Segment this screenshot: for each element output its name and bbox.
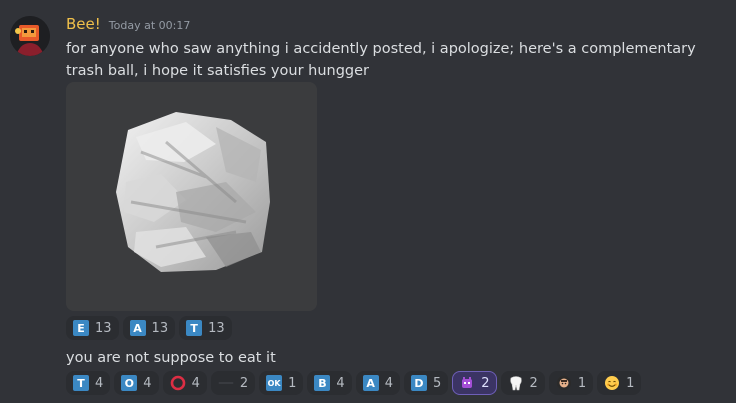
regional-t-icon: T xyxy=(73,375,89,391)
reaction-count: 2 xyxy=(529,375,538,391)
reaction-count: 1 xyxy=(626,375,635,391)
reaction-count: 5 xyxy=(432,375,442,391)
regional-d-icon: D xyxy=(410,375,427,391)
purple-creature-icon xyxy=(459,375,475,391)
image-attachment[interactable] xyxy=(66,82,317,311)
regional-b-icon: B xyxy=(314,375,331,391)
reaction-letter-a[interactable]: A 4 xyxy=(355,371,400,395)
reaction-count: 13 xyxy=(95,320,112,336)
regional-a-icon: A xyxy=(129,320,146,336)
username[interactable]: Bee! xyxy=(66,15,101,33)
reply-message-text: you are not suppose to eat it xyxy=(66,350,276,366)
regional-a-icon: A xyxy=(362,375,379,391)
reaction-letter-t[interactable]: T 4 xyxy=(66,371,111,395)
regional-t-icon: T xyxy=(186,320,203,336)
reaction-count: 4 xyxy=(384,375,393,391)
reaction-count: 4 xyxy=(95,375,104,391)
reaction-count: 1 xyxy=(288,375,297,391)
tooth-icon xyxy=(508,375,524,391)
message-timestamp: Today at 00:17 xyxy=(108,19,191,32)
reaction-letter-b[interactable]: B 4 xyxy=(307,371,352,395)
reaction-count: 4 xyxy=(191,375,200,391)
reaction-letter-o[interactable]: O 4 xyxy=(114,371,159,395)
dash-icon xyxy=(218,375,234,391)
reaction-letter-a[interactable]: A 13 xyxy=(122,316,176,340)
message-text: for anyone who saw anything i accidently… xyxy=(66,41,696,79)
reaction-count: 2 xyxy=(481,375,490,391)
smiling-face-icon xyxy=(604,375,620,391)
reaction-count: 13 xyxy=(151,320,169,336)
user-avatar[interactable] xyxy=(10,16,50,56)
hollow-red-circle-icon xyxy=(170,375,186,391)
reaction-letter-d[interactable]: D 5 xyxy=(403,371,449,395)
reaction-smile[interactable]: 1 xyxy=(597,371,642,395)
message-header: Bee! Today at 00:17 xyxy=(66,15,190,33)
reply-reactions: T 4 O 4 4 2 OK 1 B 4 A 4 D 5 2 2 1 1 xyxy=(66,371,642,395)
ok-button-icon: OK xyxy=(266,375,283,391)
trash-ball-image xyxy=(66,82,317,311)
reaction-tooth[interactable]: 2 xyxy=(500,371,545,395)
face-icon xyxy=(556,375,572,391)
reaction-count: 4 xyxy=(336,375,345,391)
regional-e-icon: E xyxy=(73,320,89,336)
reaction-custom-face[interactable]: 1 xyxy=(548,371,594,395)
reaction-custom-purple[interactable]: 2 xyxy=(452,371,497,395)
reaction-letter-e[interactable]: E 13 xyxy=(66,316,119,340)
reaction-count: 2 xyxy=(239,375,249,391)
reaction-count: 13 xyxy=(208,320,225,336)
message-reactions: E 13 A 13 T 13 xyxy=(66,316,232,340)
reaction-dash[interactable]: 2 xyxy=(210,371,256,395)
reaction-count: 1 xyxy=(577,375,587,391)
reaction-count: 4 xyxy=(143,375,152,391)
reaction-letter-t[interactable]: T 13 xyxy=(179,316,232,340)
reaction-red-circle[interactable]: 4 xyxy=(162,371,207,395)
regional-o-icon: O xyxy=(121,375,138,391)
reaction-ok[interactable]: OK 1 xyxy=(259,371,304,395)
